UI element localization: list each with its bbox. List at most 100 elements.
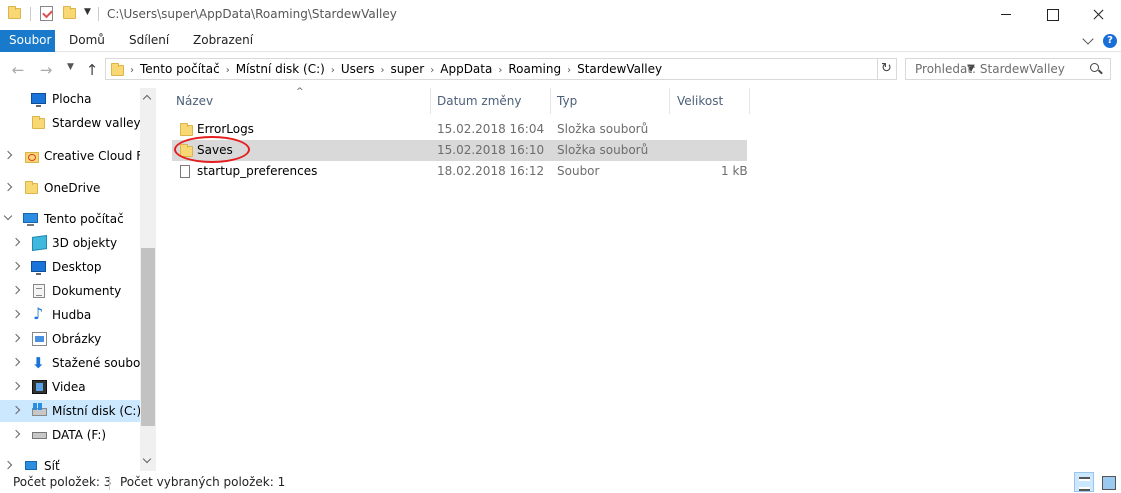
column-header-size[interactable]: Velikost (677, 88, 723, 114)
column-header-date[interactable]: Datum změny (437, 88, 522, 114)
chevron-right-icon[interactable] (3, 460, 13, 470)
breadcrumb-appdata[interactable]: AppData (440, 62, 492, 76)
sidebar-item-downloads[interactable]: ⬇ Stažené soubory (0, 352, 140, 374)
search-icon[interactable] (1090, 63, 1099, 72)
sidebar-item-label: Síť (44, 459, 60, 471)
nav-scrollbar[interactable] (140, 88, 156, 471)
back-arrow-icon[interactable]: ← (9, 61, 27, 79)
breadcrumb-users[interactable]: Users (341, 62, 375, 76)
file-type: Složka souborů (557, 143, 649, 157)
chevron-right-icon[interactable]: › (567, 61, 571, 81)
refresh-button[interactable]: ↻ (877, 58, 897, 80)
maximize-button[interactable] (1029, 0, 1075, 30)
column-header-type[interactable]: Typ (557, 88, 577, 114)
chevron-right-icon[interactable]: › (498, 61, 502, 81)
chevron-right-icon[interactable]: › (331, 61, 335, 81)
customize-toolbar-icon[interactable]: ▼ (84, 7, 91, 17)
status-divider (109, 476, 110, 490)
file-row[interactable]: ErrorLogs 15.02.2018 16:04 Složka soubor… (172, 119, 747, 140)
column-divider[interactable] (550, 88, 551, 114)
recent-locations-icon[interactable]: ▼ (67, 62, 74, 72)
file-date: 15.02.2018 16:10 (437, 143, 545, 157)
toolbar-divider (30, 7, 31, 21)
breadcrumb-roaming[interactable]: Roaming (508, 62, 561, 76)
folder-icon[interactable] (8, 6, 21, 20)
chevron-right-icon[interactable] (11, 405, 21, 415)
breadcrumb-stardewvalley[interactable]: StardewValley (577, 62, 662, 76)
chevron-right-icon[interactable] (11, 237, 21, 247)
sidebar-item-data-drive[interactable]: DATA (F:) (0, 424, 140, 446)
scroll-down-icon[interactable] (142, 454, 152, 464)
scroll-up-icon[interactable] (142, 94, 152, 104)
new-folder-icon[interactable] (63, 6, 76, 20)
address-bar[interactable]: › Tento počítač › Místní disk (C:) › Users › su… (105, 58, 975, 80)
chevron-right-icon[interactable]: › (130, 61, 134, 81)
chevron-down-icon[interactable] (3, 211, 13, 221)
sidebar-item-label: DATA (F:) (52, 428, 107, 442)
breadcrumb-local-disk[interactable]: Místní disk (C:) (236, 62, 325, 76)
chevron-right-icon[interactable] (11, 333, 21, 343)
sidebar-item-creative-cloud[interactable]: Creative Cloud Fil (0, 145, 140, 167)
sidebar-item-pictures[interactable]: Obrázky (0, 328, 140, 350)
chevron-right-icon[interactable] (11, 285, 21, 295)
tab-file[interactable]: Soubor (0, 30, 55, 52)
chevron-right-icon[interactable]: › (430, 61, 434, 81)
column-divider[interactable] (749, 88, 750, 114)
sidebar-item-local-disk[interactable]: Místní disk (C:) (0, 400, 140, 422)
local-disk-icon (32, 403, 47, 416)
properties-icon[interactable] (40, 6, 53, 21)
network-icon (25, 461, 37, 470)
sidebar-item-network[interactable]: Síť (0, 455, 140, 471)
file-row[interactable]: startup_preferences 18.02.2018 16:12 Sou… (172, 161, 748, 182)
chevron-right-icon[interactable] (11, 261, 21, 271)
tab-share[interactable]: Sdílení (121, 30, 177, 52)
sidebar-item-desktop2[interactable]: Desktop (0, 256, 140, 278)
help-icon[interactable]: ? (1103, 34, 1117, 48)
large-icons-view-icon[interactable] (1098, 472, 1118, 492)
tab-home[interactable]: Domů (61, 30, 113, 52)
breadcrumb-super[interactable]: super (390, 62, 424, 76)
search-input[interactable]: Prohledat: StardewValley (905, 58, 1111, 80)
forward-arrow-icon[interactable]: → (37, 61, 55, 79)
highlight-circle (174, 136, 250, 163)
file-list: ^ Název Datum změny Typ Velikost ErrorLo… (160, 87, 1121, 471)
sidebar-item-desktop[interactable]: Plocha (0, 88, 140, 110)
sidebar-item-videos[interactable]: Videa (0, 376, 140, 398)
chevron-right-icon[interactable] (11, 357, 21, 367)
column-divider[interactable] (430, 88, 431, 114)
sidebar-item-stardew[interactable]: Stardew valley m (0, 112, 140, 134)
chevron-down-icon[interactable] (1082, 33, 1094, 45)
details-view-icon[interactable] (1074, 472, 1094, 492)
column-divider[interactable] (669, 88, 670, 114)
sidebar-item-onedrive[interactable]: OneDrive (0, 177, 140, 199)
chevron-right-icon[interactable] (11, 309, 21, 319)
sidebar-item-label: Dokumenty (52, 284, 122, 298)
toolbar-divider (98, 7, 99, 21)
chevron-right-icon[interactable] (3, 150, 13, 160)
sidebar-item-documents[interactable]: Dokumenty (0, 280, 140, 302)
3d-objects-icon (32, 234, 47, 252)
chevron-right-icon[interactable] (11, 381, 21, 391)
sidebar-item-this-pc[interactable]: Tento počítač (0, 208, 140, 230)
folder-icon (111, 63, 124, 77)
chevron-right-icon[interactable] (3, 182, 13, 192)
tab-view[interactable]: Zobrazení (185, 30, 261, 52)
sidebar-item-label: Videa (52, 380, 86, 394)
chevron-right-icon[interactable]: › (380, 61, 384, 81)
column-header-name[interactable]: Název (176, 88, 213, 114)
search-placeholder: Prohledat: StardewValley (915, 62, 1065, 76)
desktop-icon (31, 261, 46, 275)
chevron-right-icon[interactable] (11, 429, 21, 439)
file-row-selected[interactable]: Saves 15.02.2018 16:10 Složka souborů (172, 140, 747, 161)
sidebar-item-music[interactable]: ♪ Hudba (0, 304, 140, 326)
documents-icon (33, 284, 45, 298)
chevron-right-icon[interactable]: › (226, 61, 230, 81)
scrollbar-thumb[interactable] (141, 248, 155, 426)
minimize-button[interactable] (983, 0, 1029, 30)
sidebar-item-3d-objects[interactable]: 3D objekty (0, 232, 140, 254)
breadcrumb: › Tento počítač › Místní disk (C:) › Users › su… (130, 59, 662, 79)
close-button[interactable] (1075, 0, 1121, 30)
up-arrow-icon[interactable]: ↑ (83, 61, 101, 79)
window-title: C:\Users\super\AppData\Roaming\StardewVa… (107, 7, 397, 21)
breadcrumb-this-pc[interactable]: Tento počítač (140, 62, 220, 76)
